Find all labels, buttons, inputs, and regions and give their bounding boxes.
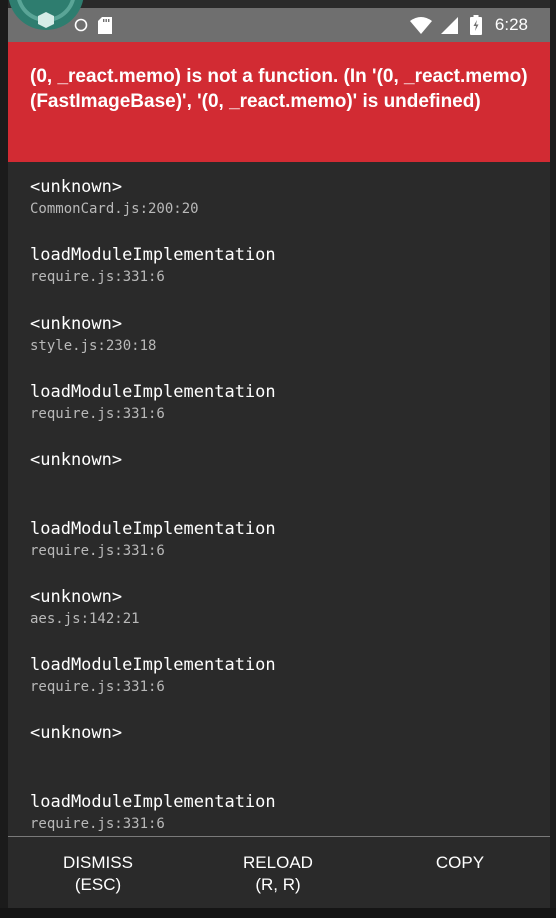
stack-frame[interactable]: loadModuleImplementation require.js:331:6 — [30, 653, 276, 697]
stack-frame[interactable]: loadModuleImplementation require.js:331:6 — [30, 517, 276, 561]
navigation-bar — [0, 908, 556, 918]
dismiss-shortcut: (ESC) — [74, 875, 122, 894]
stack-frame-location: CommonCard.js:200:20 — [30, 201, 199, 217]
stack-frame-method: loadModuleImplementation — [30, 655, 276, 676]
stack-frame-location: require.js:331:6 — [30, 405, 165, 422]
stack-frame[interactable]: loadModuleImplementation require.js:331:6 — [30, 380, 276, 424]
stack-frame[interactable]: <unknown> — [30, 448, 122, 472]
app-icon — [8, 0, 84, 30]
error-message: (0, _react.memo) is not a function. (In … — [30, 66, 528, 112]
stack-frame-method: loadModuleImplementation — [30, 381, 276, 402]
redbox-error-screen: 6:28 (0, _react.memo) is not a function.… — [0, 0, 556, 918]
error-message-banner: (0, _react.memo) is not a function. (In … — [8, 42, 550, 162]
stack-frame-method: loadModuleImplementation — [30, 518, 276, 539]
wifi-icon — [410, 17, 432, 34]
stack-frame[interactable]: <unknown> CommonCard.js:200:20 — [30, 175, 199, 219]
stack-frame-method: <unknown> — [30, 586, 123, 607]
battery-icon — [470, 15, 482, 35]
stack-frame[interactable]: <unknown> — [30, 721, 122, 745]
stack-frame-location: require.js:331:6 — [30, 542, 165, 559]
stack-frame-location: require.js:331:6 — [30, 679, 165, 696]
bezel-right — [550, 0, 556, 918]
stack-frame-method: <unknown> — [30, 723, 123, 744]
copy-button[interactable]: COPY — [410, 852, 510, 874]
stack-frame[interactable]: <unknown> aes.js:142:21 — [30, 585, 140, 629]
stack-frame-method: <unknown> — [30, 313, 123, 334]
status-bar: 6:28 — [8, 8, 550, 42]
copy-label: COPY — [435, 853, 485, 872]
bezel-left — [0, 0, 8, 918]
stack-frame-location: style.js:230:18 — [30, 337, 157, 354]
stack-frame-location: require.js:331:6 — [30, 269, 165, 286]
stack-frame-method: <unknown> — [30, 450, 123, 471]
stack-frame[interactable]: loadModuleImplementation require.js:331:6 — [30, 243, 276, 287]
sd-card-icon — [98, 17, 112, 34]
button-bar: DISMISS (ESC) RELOAD (R, R) COPY — [8, 837, 550, 908]
stack-frame[interactable]: loadModuleImplementation require.js:331:6 — [30, 790, 276, 834]
dismiss-button[interactable]: DISMISS (ESC) — [48, 852, 148, 896]
dismiss-label: DISMISS — [63, 853, 133, 872]
stack-frame-method: loadModuleImplementation — [30, 245, 276, 266]
stack-frame-method: loadModuleImplementation — [30, 791, 276, 812]
stack-frame[interactable]: <unknown> style.js:230:18 — [30, 312, 156, 356]
stack-trace-list[interactable]: <unknown> CommonCard.js:200:20 loadModuleI… — [8, 162, 550, 838]
status-time: 6:28 — [494, 15, 528, 34]
reload-label: RELOAD — [243, 853, 313, 872]
signal-icon — [441, 17, 458, 34]
stack-frame-location: require.js:331:6 — [30, 815, 165, 832]
stack-frame-location: aes.js:142:21 — [30, 610, 140, 627]
reload-button[interactable]: RELOAD (R, R) — [228, 852, 328, 896]
stack-frame-method: <unknown> — [30, 177, 123, 197]
reload-shortcut: (R, R) — [255, 875, 301, 894]
